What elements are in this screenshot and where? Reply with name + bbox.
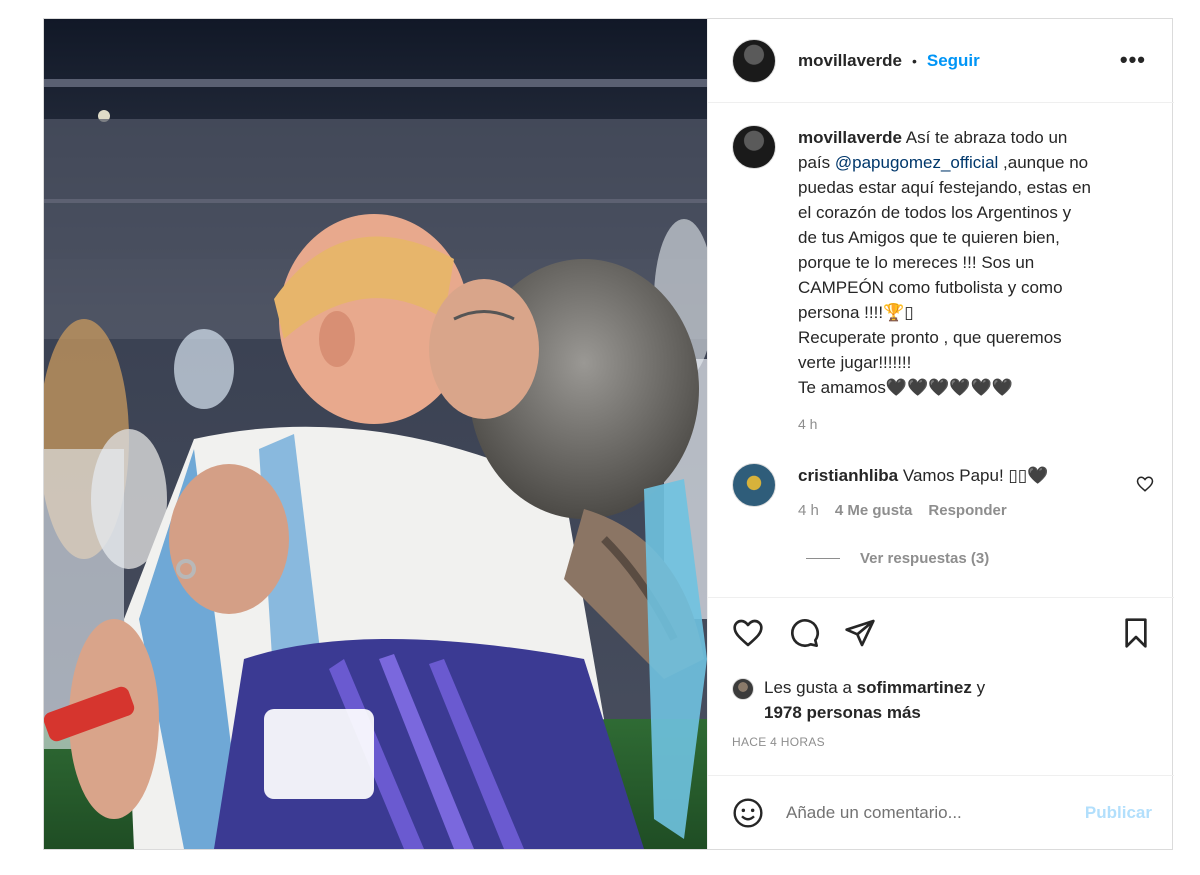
caption-line: puedas estar aquí festejando, estas en <box>798 178 1091 197</box>
divider <box>708 775 1174 776</box>
caption-line: de tus Amigos que te quieren bien, <box>798 228 1060 247</box>
caption-line: el corazón de todos los Argentinos y <box>798 203 1072 222</box>
comment-body: cristianhliba Vamos Papu! ▯▯🖤 4 h 4 Me g… <box>798 463 1048 523</box>
caption-line: porque te lo mereces !!! Sos un <box>798 253 1035 272</box>
follow-button[interactable]: Seguir <box>927 51 980 71</box>
comment-composer: Publicar <box>732 793 1152 833</box>
divider <box>708 597 1174 598</box>
comment-timestamp[interactable]: 4 h <box>798 498 819 523</box>
comment-heart-icon[interactable] <box>1136 475 1154 493</box>
author-avatar[interactable] <box>732 38 776 83</box>
post-photo[interactable] <box>44 19 707 849</box>
commenter-username[interactable]: cristianhliba <box>798 466 898 485</box>
likes-prefix: Les gusta a <box>764 678 852 697</box>
comment-input[interactable] <box>786 803 1085 823</box>
caption-line: ,aunque no <box>1003 153 1089 172</box>
comment-likes[interactable]: 4 Me gusta <box>835 498 913 523</box>
publish-button[interactable]: Publicar <box>1085 803 1152 823</box>
stadium-hug-photo <box>44 19 707 849</box>
caption-line: Así te abraza todo un <box>905 128 1068 147</box>
comment-meta: 4 h 4 Me gusta Responder <box>798 498 1048 523</box>
header-separator: • <box>911 52 917 69</box>
heart-icon[interactable] <box>732 617 764 649</box>
post-header: movillaverde • Seguir ••• <box>708 19 1174 103</box>
caption-line: país <box>798 153 831 172</box>
caption-line: Recuperate pronto , que queremos <box>798 328 1062 347</box>
comment-icon[interactable] <box>788 617 820 649</box>
instagram-post: movillaverde • Seguir ••• movillaverde A… <box>43 18 1174 850</box>
view-replies-button[interactable]: Ver respuestas (3) <box>806 550 989 567</box>
caption-line: CAMPEÓN como futbolista y como <box>798 278 1063 297</box>
liker-username[interactable]: sofimmartinez <box>857 678 972 697</box>
caption-username[interactable]: movillaverde <box>798 128 902 147</box>
caption-line: persona !!!!🏆▯ <box>798 303 914 322</box>
bookmark-icon[interactable] <box>1120 617 1152 649</box>
emoji-icon[interactable] <box>732 797 764 829</box>
reply-button[interactable]: Responder <box>928 498 1006 523</box>
commenter-avatar[interactable] <box>732 463 776 507</box>
caption-text: movillaverde Así te abraza todo un país … <box>798 125 1138 437</box>
caption-line: verte jugar!!!!!!! <box>798 353 912 372</box>
likes-connector: y <box>976 678 986 697</box>
share-icon[interactable] <box>844 617 876 649</box>
post-caption: movillaverde Así te abraza todo un país … <box>732 125 1152 437</box>
likes-others[interactable]: 1978 personas más <box>764 703 921 722</box>
likes-summary: Les gusta a sofimmartinez y 1978 persona… <box>732 675 1152 725</box>
more-icon[interactable]: ••• <box>1120 47 1146 73</box>
caption-avatar[interactable] <box>732 125 776 169</box>
liker-avatar[interactable] <box>732 678 754 700</box>
mention-link[interactable]: @papugomez_official <box>835 153 998 172</box>
post-age[interactable]: HACE 4 HORAS <box>732 735 825 749</box>
view-replies-label: Ver respuestas (3) <box>860 550 990 567</box>
replies-dash <box>806 558 840 559</box>
caption-line: Te amamos🖤🖤🖤🖤🖤🖤 <box>798 378 1013 397</box>
post-side-panel: movillaverde • Seguir ••• movillaverde A… <box>707 19 1174 849</box>
author-username[interactable]: movillaverde <box>798 51 902 71</box>
comment-text: Vamos Papu! ▯▯🖤 <box>902 466 1049 485</box>
likes-text: Les gusta a sofimmartinez y 1978 persona… <box>764 675 985 725</box>
post-actions <box>732 617 1152 649</box>
caption-timestamp[interactable]: 4 h <box>798 412 1138 437</box>
comment-item: cristianhliba Vamos Papu! ▯▯🖤 4 h 4 Me g… <box>732 463 1152 523</box>
